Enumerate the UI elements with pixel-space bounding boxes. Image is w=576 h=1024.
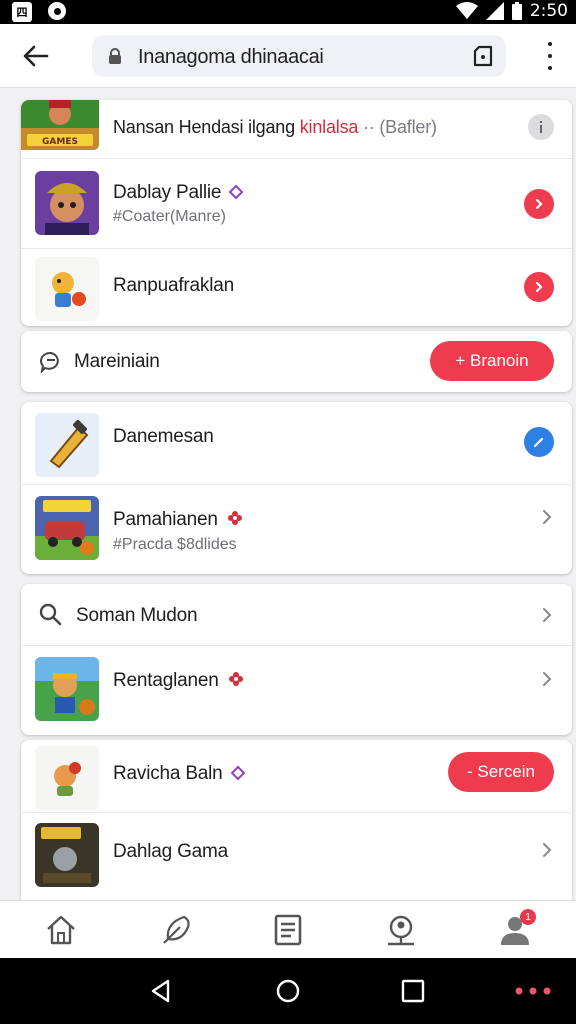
overflow-menu-icon[interactable] <box>546 42 554 70</box>
row-subtitle: #Coater(Manre) <box>113 208 226 225</box>
game-thumbnail <box>35 413 99 477</box>
row-title: Ranpuafraklan <box>113 275 234 296</box>
game-thumbnail <box>35 496 99 560</box>
row-title: Mareiniain <box>74 351 160 372</box>
row-title: Rentaglanen <box>113 670 244 692</box>
chat-bubble-icon <box>40 351 59 373</box>
browser-address-bar: Inanagoma dhinaacai <box>0 24 576 88</box>
list-item[interactable]: GAMES Nansan Hendasi ilgang kinlalsa ·· … <box>21 100 572 159</box>
red-flower-icon <box>228 672 243 686</box>
purple-gem-icon <box>228 184 244 200</box>
tab-switcher-icon[interactable] <box>470 43 496 69</box>
signal-icon <box>485 2 504 20</box>
purple-gem-icon <box>230 765 246 781</box>
chevron-right-icon[interactable] <box>540 608 554 622</box>
list-item[interactable]: Dablay Pallie #Coater(Manre) <box>21 159 572 249</box>
game-thumbnail <box>35 257 99 321</box>
row-title: Danemesan <box>113 426 214 447</box>
feather-icon[interactable] <box>160 913 194 947</box>
game-thumbnail <box>35 171 99 235</box>
list-item[interactable]: Rentaglanen <box>21 646 572 735</box>
recents-square-icon[interactable] <box>400 978 426 1004</box>
list-item[interactable]: Ravicha Baln - Sercein <box>21 740 572 813</box>
svg-text:GAMES: GAMES <box>42 137 78 147</box>
record-icon <box>48 2 66 20</box>
row-title: Pamahianen <box>113 509 243 531</box>
red-flower-icon <box>227 511 242 525</box>
notification-box-icon: 四 <box>12 2 32 22</box>
chevron-right-icon[interactable] <box>540 510 554 524</box>
status-bar: 四 2:50 <box>0 0 576 24</box>
game-thumbnail: GAMES <box>21 100 99 150</box>
more-dots-icon[interactable] <box>514 978 552 1004</box>
row-suffix: ·· (Bafler) <box>363 117 437 137</box>
back-arrow-icon[interactable] <box>18 40 54 72</box>
search-icon <box>39 603 62 626</box>
highlight-text: kinlalsa <box>299 117 359 137</box>
game-thumbnail <box>35 823 99 887</box>
back-triangle-icon[interactable] <box>148 978 174 1004</box>
row-title: Soman Mudon <box>76 605 198 626</box>
row-title: Ravicha Baln <box>113 763 246 785</box>
document-icon[interactable] <box>271 913 305 947</box>
card-message: Mareiniain + Branoin <box>21 331 572 392</box>
clock-time: 2:50 <box>529 1 568 21</box>
blue-edit-button[interactable] <box>524 427 554 457</box>
chevron-right-icon[interactable] <box>540 843 554 857</box>
battery-icon <box>511 2 522 20</box>
row-title: Dahlag Gama <box>113 841 229 862</box>
add-button[interactable]: + Branoin <box>430 341 554 381</box>
person-pin-icon[interactable] <box>384 913 418 947</box>
url-field[interactable]: Inanagoma dhinaacai <box>92 35 506 77</box>
home-circle-icon[interactable] <box>275 978 301 1004</box>
lock-icon <box>109 48 121 64</box>
list-item[interactable]: Danemesan <box>21 402 572 485</box>
wifi-icon <box>455 2 478 19</box>
list-item[interactable]: Soman Mudon <box>21 584 572 646</box>
row-title: Nansan Hendasi ilgang kinlalsa ·· (Bafle… <box>113 117 437 137</box>
game-thumbnail <box>35 746 99 810</box>
card-games-two: Danemesan Pamahianen #Pracda $8dlides <box>21 402 572 574</box>
card-search: Soman Mudon Rentaglanen <box>21 584 572 735</box>
bottom-navigation: 1 <box>0 900 576 958</box>
red-arrow-button[interactable] <box>524 272 554 302</box>
system-navigation-bar <box>0 958 576 1024</box>
list-item[interactable]: Ranpuafraklan <box>21 249 572 326</box>
list-item[interactable]: Pamahianen #Pracda $8dlides <box>21 485 572 574</box>
card-top-games: GAMES Nansan Hendasi ilgang kinlalsa ·· … <box>21 100 572 326</box>
notification-badge: 1 <box>520 909 536 925</box>
home-icon[interactable] <box>44 913 78 947</box>
game-list-content: GAMES Nansan Hendasi ilgang kinlalsa ·· … <box>0 88 576 900</box>
card-games-three: Ravicha Baln - Sercein Dahlag Gama <box>21 740 572 900</box>
game-thumbnail <box>35 657 99 721</box>
url-text: Inanagoma dhinaacai <box>138 46 324 68</box>
list-item[interactable]: Mareiniain + Branoin <box>21 331 572 392</box>
profile-icon[interactable]: 1 <box>498 909 536 947</box>
row-subtitle: #Pracda $8dlides <box>113 536 237 553</box>
list-item[interactable]: Dahlag Gama <box>21 813 572 900</box>
red-arrow-button[interactable] <box>524 189 554 219</box>
search-pill-button[interactable]: - Sercein <box>448 752 554 792</box>
chevron-right-icon[interactable] <box>540 672 554 686</box>
info-icon[interactable] <box>528 114 554 140</box>
row-title: Dablay Pallie <box>113 182 244 204</box>
